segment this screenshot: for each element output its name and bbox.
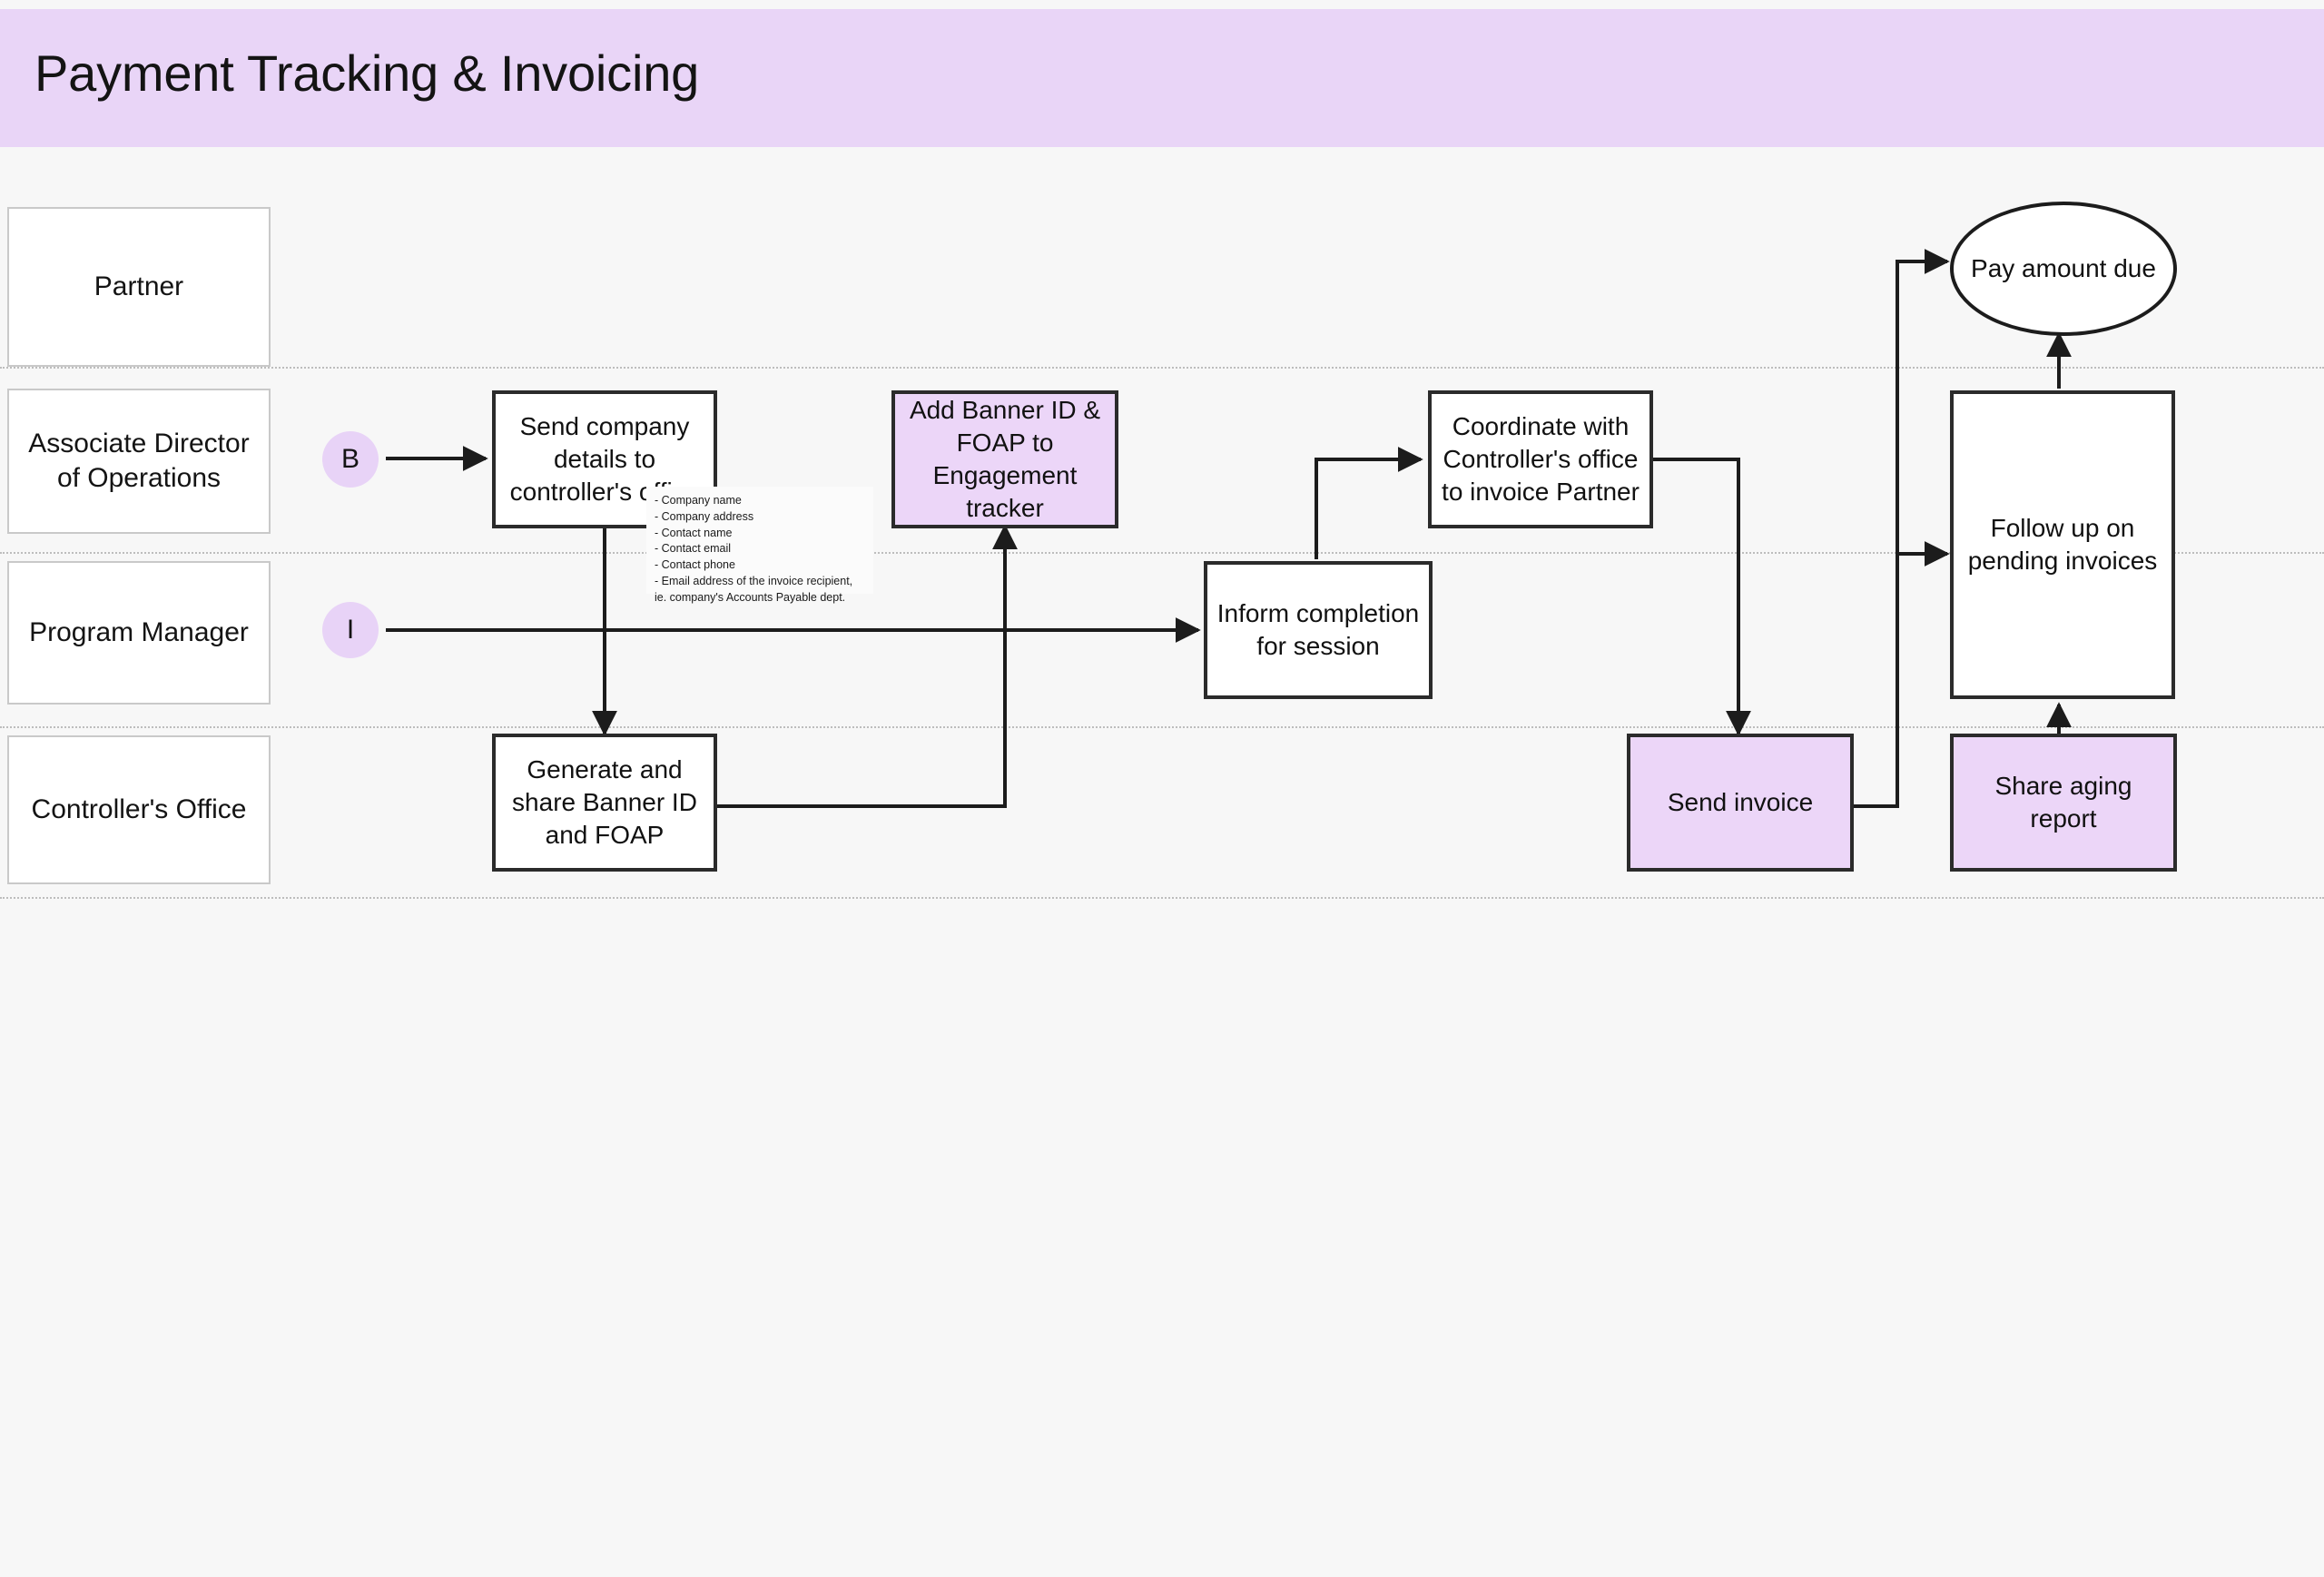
lane-label-text: Associate Director of Operations: [28, 428, 250, 493]
node-share-aging-report[interactable]: Share aging report: [1950, 734, 2177, 872]
node-generate-share-banner-id[interactable]: Generate and share Banner ID and FOAP: [492, 734, 717, 872]
lane-label-partner: Partner: [7, 207, 271, 367]
lane-divider-4: [0, 897, 2324, 899]
node-pay-amount-due[interactable]: Pay amount due: [1950, 202, 2177, 336]
lane-divider-3: [0, 726, 2324, 728]
node-follow-up-pending-invoices[interactable]: Follow up on pending invoices: [1950, 390, 2175, 699]
node-send-invoice[interactable]: Send invoice: [1627, 734, 1854, 872]
lane-label-program-manager: Program Manager: [7, 561, 271, 705]
edge-inform-to-coordinate: [1315, 447, 1423, 559]
node-add-banner-id-foap[interactable]: Add Banner ID & FOAP to Engagement track…: [891, 390, 1118, 528]
lane-label-controllers-office: Controller's Office: [7, 735, 271, 884]
lane-label-associate-director: Associate Director of Operations: [7, 389, 271, 534]
connector-badge-i[interactable]: I: [322, 602, 379, 658]
page-title: Payment Tracking & Invoicing: [34, 44, 700, 102]
edge-send-invoice-to-pay-amount: [1854, 249, 1950, 808]
edge-coordinate-to-send-invoice: [1652, 458, 1751, 736]
annotation-company-details-note: - Company name - Company address - Conta…: [646, 487, 873, 604]
node-inform-completion-session[interactable]: Inform completion for session: [1204, 561, 1433, 699]
diagram-canvas: Payment Tracking & Invoicing Partner Ass…: [0, 0, 2324, 1577]
connector-badge-b[interactable]: B: [322, 431, 379, 488]
node-coordinate-controllers-office[interactable]: Coordinate with Controller's office to i…: [1428, 390, 1653, 528]
lane-divider-1: [0, 367, 2324, 369]
